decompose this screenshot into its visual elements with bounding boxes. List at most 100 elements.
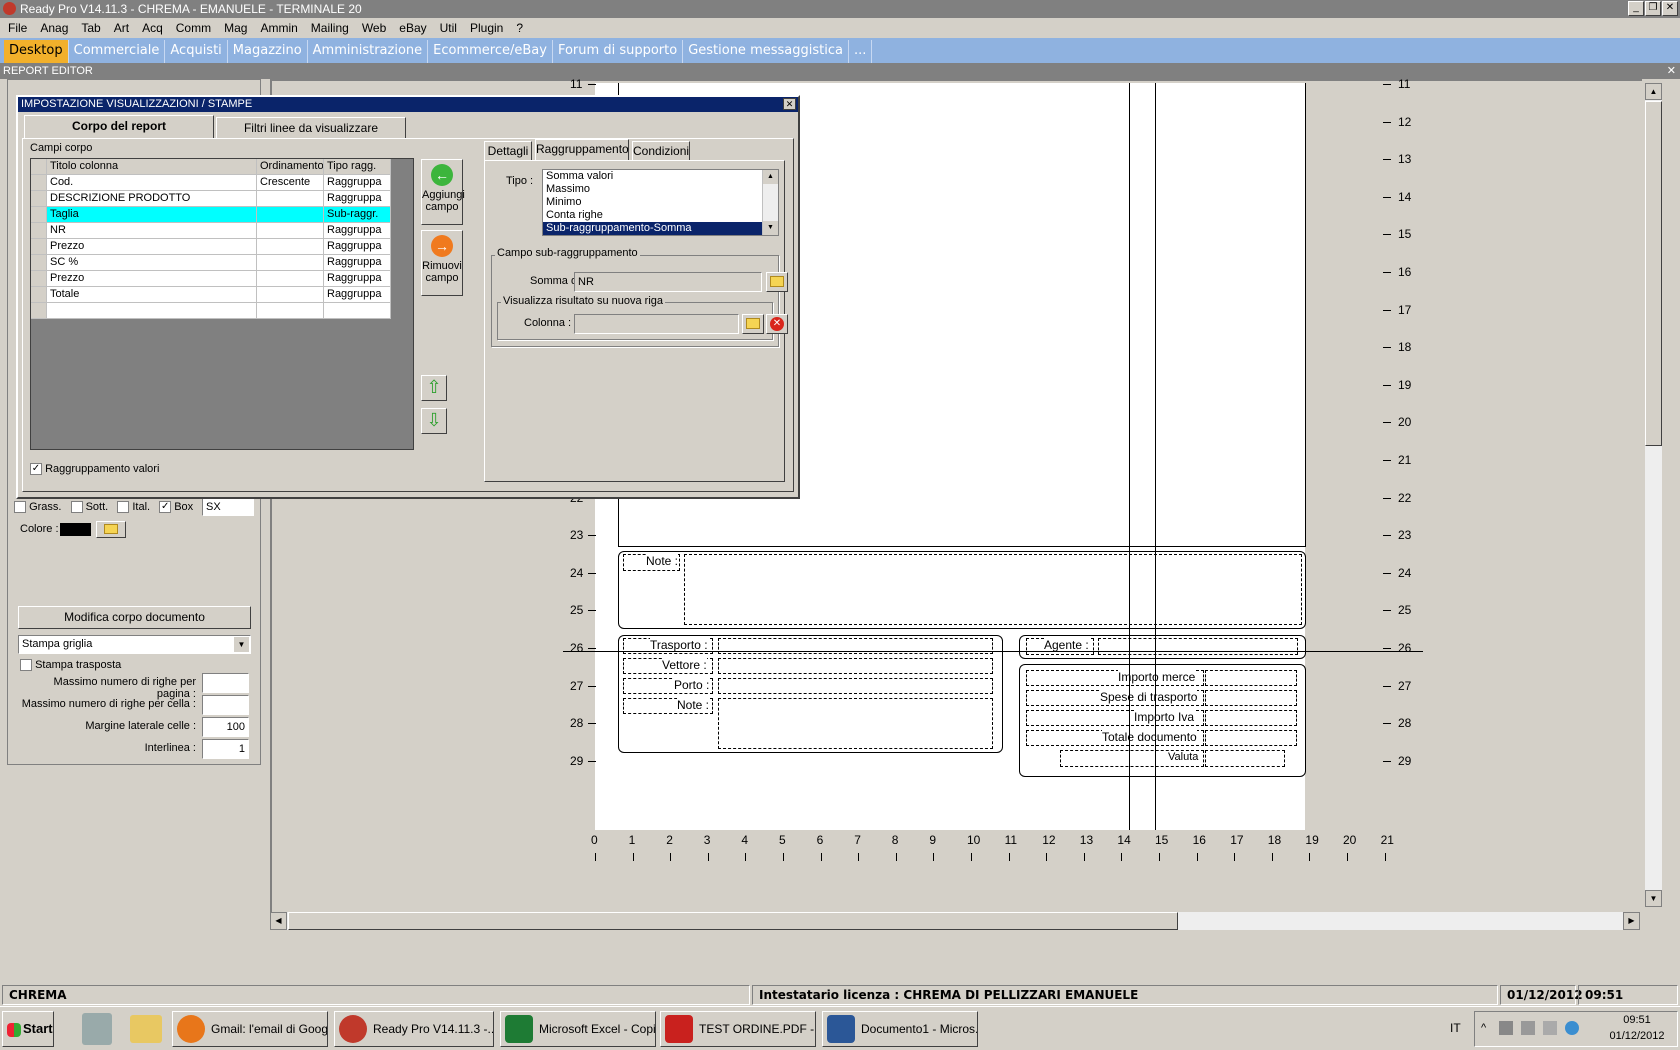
restore-button[interactable]: ❐ [1645, 1, 1661, 16]
menu-tab[interactable]: Tab [81, 18, 107, 38]
scroll-down-arrow-icon[interactable]: ▼ [763, 221, 778, 235]
menu-anag[interactable]: Anag [40, 18, 75, 38]
table-row[interactable]: Prezzo Raggruppa [31, 239, 391, 255]
table-row[interactable]: NR Raggruppa [31, 223, 391, 239]
type-listbox[interactable]: Somma valori Massimo Minimo Conta righe … [542, 169, 779, 236]
menu-help[interactable]: ? [516, 18, 530, 38]
task-readypro[interactable]: Ready Pro V14.11.3 -... [334, 1011, 494, 1047]
table-row[interactable]: SC % Raggruppa [31, 255, 391, 271]
box-checkbox[interactable]: ✓ [159, 501, 172, 514]
tab-line-filters[interactable]: Filtri linee da visualizzare [216, 117, 406, 139]
tab-report-body[interactable]: Corpo del report [24, 115, 214, 139]
spese-trasporto-field[interactable] [1205, 690, 1297, 706]
type-option[interactable]: Conta righe [543, 209, 778, 222]
column-header-type[interactable]: Tipo ragg. [324, 159, 391, 174]
horizontal-scroll-thumb[interactable] [288, 912, 1178, 930]
tab-messaggistica[interactable]: Gestione messaggistica [683, 40, 849, 63]
column-folder-icon[interactable] [742, 314, 764, 334]
task-word[interactable]: Documento1 - Micros... [822, 1011, 978, 1047]
type-option[interactable]: Minimo [543, 196, 778, 209]
color-picker-folder-icon[interactable] [96, 521, 126, 538]
table-row-selected[interactable]: Taglia Sub-raggr. [31, 207, 391, 223]
subtab-details[interactable]: Dettagli [484, 141, 532, 161]
subtab-conditions[interactable]: Condizioni [632, 141, 690, 161]
task-gmail[interactable]: Gmail: l'email di Googl... [172, 1011, 328, 1047]
vertical-scrollbar[interactable]: ▲ ▼ [1645, 83, 1662, 907]
quicklaunch-folder-icon[interactable] [130, 1015, 162, 1043]
clear-column-icon[interactable]: ✕ [766, 314, 788, 334]
type-option[interactable]: Somma valori [543, 170, 778, 183]
menu-mag[interactable]: Mag [224, 18, 254, 38]
fields-grid[interactable]: Titolo colonna Ordinamento Tipo ragg. Co… [30, 158, 414, 450]
modify-body-button[interactable]: Modifica corpo documento [18, 606, 251, 629]
network-icon[interactable] [1521, 1021, 1535, 1035]
scroll-down-arrow-icon[interactable]: ▼ [1645, 890, 1662, 907]
side-margin-input[interactable]: 100 [202, 717, 249, 737]
dialog-close-icon[interactable]: ✕ [783, 98, 796, 110]
italic-checkbox[interactable] [117, 501, 130, 514]
tray-clock-date[interactable]: 01/12/2012 [1601, 1030, 1673, 1042]
type-option-selected[interactable]: Sub-raggruppamento-Somma [543, 222, 762, 235]
underline-checkbox[interactable] [70, 501, 83, 514]
importo-iva-field[interactable] [1205, 710, 1297, 726]
bold-checkbox[interactable] [14, 501, 26, 514]
tray-expand-icon[interactable]: ^ [1481, 1022, 1486, 1034]
tab-acquisti[interactable]: Acquisti [165, 40, 228, 63]
menu-plugin[interactable]: Plugin [470, 18, 510, 38]
porto-field[interactable] [718, 678, 993, 694]
sum-of-folder-icon[interactable] [766, 272, 788, 292]
table-row[interactable]: DESCRIZIONE PRODOTTO Raggruppa [31, 191, 391, 207]
scroll-up-arrow-icon[interactable]: ▲ [763, 170, 778, 184]
transposed-checkbox[interactable] [20, 659, 32, 672]
importo-merce-field[interactable] [1205, 670, 1297, 686]
align-select[interactable]: SX [202, 497, 254, 516]
menu-acq[interactable]: Acq [142, 18, 170, 38]
sum-of-field[interactable]: NR [574, 272, 762, 292]
menu-mailing[interactable]: Mailing [311, 18, 356, 38]
note-field[interactable] [684, 554, 1302, 625]
subtab-grouping[interactable]: Raggruppamento [535, 139, 629, 161]
tray-clock-time[interactable]: 09:51 [1601, 1014, 1673, 1026]
tab-commerciale[interactable]: Commerciale [69, 40, 166, 63]
valuta-field[interactable] [1205, 750, 1285, 767]
start-button[interactable]: Start [2, 1011, 54, 1047]
menu-file[interactable]: File [8, 18, 34, 38]
tab-ecommerce[interactable]: Ecommerce/eBay [428, 40, 553, 63]
close-button[interactable]: ✕ [1662, 1, 1678, 16]
remove-field-button[interactable]: → Rimuovi campo [421, 230, 463, 296]
table-row[interactable]: Cod. Crescente Raggruppa [31, 175, 391, 191]
print-mode-select[interactable]: Stampa griglia ▼ [18, 635, 251, 654]
language-indicator[interactable]: IT [1450, 1021, 1461, 1035]
menu-art[interactable]: Art [114, 18, 136, 38]
scroll-left-arrow-icon[interactable]: ◀ [270, 912, 287, 930]
menu-ammin[interactable]: Ammin [260, 18, 304, 38]
tab-amministrazione[interactable]: Amministrazione [308, 40, 429, 63]
quicklaunch-computer-icon[interactable] [82, 1013, 112, 1045]
task-excel[interactable]: Microsoft Excel - Copi... [500, 1011, 656, 1047]
move-up-arrow-icon[interactable]: ⇧ [421, 375, 447, 401]
color-swatch[interactable] [60, 523, 91, 536]
report-editor-close-icon[interactable]: ✕ [1667, 63, 1676, 79]
type-listbox-scrollbar[interactable]: ▲ ▼ [762, 170, 778, 235]
horizontal-scrollbar[interactable]: ◀ ▶ [270, 912, 1640, 930]
task-pdf[interactable]: TEST ORDINE.PDF - ... [660, 1011, 816, 1047]
column-field[interactable] [574, 314, 739, 334]
group-values-checkbox[interactable]: ✓ [30, 463, 42, 476]
menu-web[interactable]: Web [362, 18, 393, 38]
menu-ebay[interactable]: eBay [399, 18, 433, 38]
flag-icon[interactable] [1499, 1021, 1513, 1035]
chevron-down-icon[interactable]: ▼ [234, 637, 249, 652]
security-icon[interactable] [1565, 1021, 1579, 1035]
guide-line-vertical-2[interactable] [1155, 83, 1156, 830]
tab-more[interactable]: ... [849, 40, 873, 63]
vertical-scroll-thumb[interactable] [1645, 101, 1662, 446]
scroll-up-arrow-icon[interactable]: ▲ [1645, 83, 1662, 100]
scroll-right-arrow-icon[interactable]: ▶ [1623, 912, 1640, 930]
tab-desktop[interactable]: Desktop [4, 40, 69, 63]
vettore-field[interactable] [718, 658, 993, 674]
menu-util[interactable]: Util [440, 18, 464, 38]
agent-field[interactable] [1098, 638, 1298, 655]
table-row-empty[interactable] [31, 303, 391, 319]
tab-magazzino[interactable]: Magazzino [228, 40, 308, 63]
column-header-title[interactable]: Titolo colonna [47, 159, 257, 174]
